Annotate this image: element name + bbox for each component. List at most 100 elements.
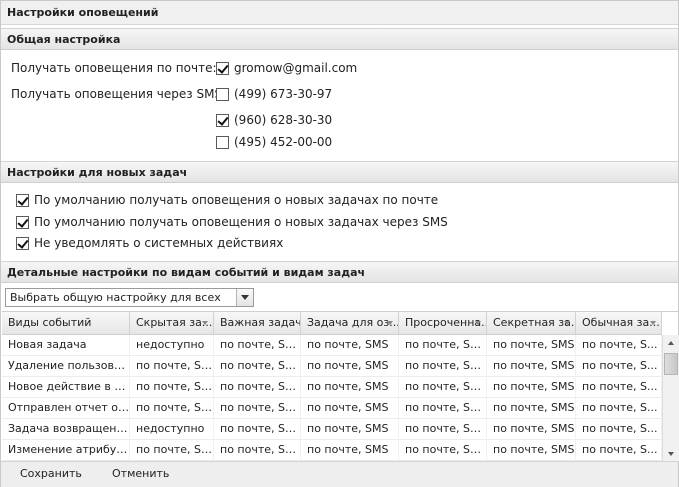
- new-tasks-panel: По умолчанию получать оповещения о новых…: [1, 184, 678, 258]
- table-cell[interactable]: по почте, SMS: [301, 377, 399, 398]
- table-cell[interactable]: по почте, SMS: [487, 377, 576, 398]
- table-cell[interactable]: по почте, S...: [576, 335, 662, 356]
- table-cell[interactable]: недоступно: [130, 335, 214, 356]
- table-cell[interactable]: Новое действие в з...: [2, 377, 130, 398]
- cancel-button[interactable]: Отменить: [112, 467, 169, 483]
- new-task-email-option[interactable]: По умолчанию получать оповещения о новых…: [16, 192, 438, 208]
- table-cell[interactable]: по почте, SMS: [214, 440, 301, 461]
- email-notify-checkbox[interactable]: [216, 61, 229, 75]
- table-cell[interactable]: Новая задача: [2, 335, 130, 356]
- sort-arrow-icon: [202, 321, 208, 325]
- table-cell[interactable]: по почте, SMS: [130, 356, 214, 377]
- grid-vertical-scrollbar[interactable]: [662, 335, 679, 461]
- column-header-important[interactable]: Важная задача: [214, 312, 301, 335]
- table-cell[interactable]: по почте, SMS: [214, 419, 301, 440]
- email-notify-option[interactable]: gromow@gmail.com: [216, 60, 357, 76]
- phone-option-2[interactable]: (960) 628-30-30: [216, 112, 332, 128]
- phone-option-3[interactable]: (495) 452-00-00: [216, 134, 332, 150]
- scroll-down-icon[interactable]: [663, 446, 679, 461]
- email-notify-label: Получать оповещения по почте:: [11, 61, 217, 75]
- no-system-actions-option[interactable]: Не уведомлять о системных действиях: [16, 235, 283, 251]
- table-cell[interactable]: по почте, SMS: [399, 335, 487, 356]
- table-cell[interactable]: по почте, SMS: [399, 398, 487, 419]
- table-cell[interactable]: по почте, S...: [576, 419, 662, 440]
- table-cell[interactable]: по почте, S...: [576, 356, 662, 377]
- sms-notify-label: Получать оповещения через SMS:: [11, 87, 227, 101]
- grid-body: Новая задача недоступно по почте, SMS по…: [2, 335, 662, 461]
- common-setting-value: Выбрать общую настройку для всех: [10, 291, 221, 304]
- sort-arrow-icon: [650, 321, 656, 325]
- table-cell[interactable]: по почте, SMS: [487, 398, 576, 419]
- table-cell[interactable]: по почте, SMS: [487, 440, 576, 461]
- phone-checkbox-2[interactable]: [216, 113, 229, 127]
- detailed-settings-header: Детальные настройки по видам событий и в…: [1, 261, 678, 283]
- table-cell[interactable]: по почте, SMS: [214, 335, 301, 356]
- common-setting-select[interactable]: Выбрать общую настройку для всех: [5, 288, 254, 307]
- phone-number-2: (960) 628-30-30: [234, 113, 333, 127]
- table-cell[interactable]: Изменение атрибут...: [2, 440, 130, 461]
- sort-arrow-icon: [564, 321, 570, 325]
- table-row[interactable]: Новая задача недоступно по почте, SMS по…: [2, 335, 662, 356]
- sort-arrow-icon: [387, 321, 393, 325]
- table-row[interactable]: Задача возвращена ... недоступно по почт…: [2, 419, 662, 440]
- no-system-actions-checkbox[interactable]: [16, 236, 29, 250]
- table-cell[interactable]: по почте, SMS: [487, 356, 576, 377]
- column-header-review[interactable]: Задача для оз...: [301, 312, 399, 335]
- events-grid: Виды событий Скрытая за... Важная задача…: [2, 311, 679, 461]
- new-task-email-label: По умолчанию получать оповещения о новых…: [34, 193, 439, 207]
- table-cell[interactable]: по почте, SMS: [214, 377, 301, 398]
- new-task-sms-option[interactable]: По умолчанию получать оповещения о новых…: [16, 214, 448, 230]
- column-header-overdue[interactable]: Просроченна...: [399, 312, 487, 335]
- table-cell[interactable]: по почте, SMS: [130, 377, 214, 398]
- phone-number-3: (495) 452-00-00: [234, 135, 333, 149]
- table-cell[interactable]: по почте, SMS: [214, 356, 301, 377]
- table-cell[interactable]: по почте, SMS: [399, 419, 487, 440]
- table-row[interactable]: Отправлен отчет о ... по почте, SMS по п…: [2, 398, 662, 419]
- table-cell[interactable]: по почте, SMS: [301, 440, 399, 461]
- chevron-down-icon[interactable]: [236, 289, 253, 306]
- new-tasks-header: Настройки для новых задач: [1, 161, 678, 183]
- grid-header: Виды событий Скрытая за... Важная задача…: [2, 312, 662, 335]
- scroll-up-icon[interactable]: [663, 335, 679, 351]
- table-cell[interactable]: по почте, SMS: [301, 335, 399, 356]
- column-header-events[interactable]: Виды событий: [2, 312, 130, 335]
- new-task-email-checkbox[interactable]: [16, 193, 29, 207]
- table-cell[interactable]: по почте, SMS: [301, 356, 399, 377]
- phone-option-1[interactable]: (499) 673-30-97: [216, 86, 332, 102]
- table-cell[interactable]: Удаление пользоват...: [2, 356, 130, 377]
- new-task-sms-label: По умолчанию получать оповещения о новых…: [34, 215, 448, 229]
- table-cell[interactable]: по почте, S...: [576, 398, 662, 419]
- save-button[interactable]: Сохранить: [20, 467, 82, 483]
- table-row[interactable]: Изменение атрибут... по почте, SMS по по…: [2, 440, 662, 461]
- table-cell[interactable]: Отправлен отчет о ...: [2, 398, 130, 419]
- table-cell[interactable]: по почте, S...: [576, 440, 662, 461]
- table-cell[interactable]: по почте, SMS: [130, 440, 214, 461]
- phone-number-1: (499) 673-30-97: [234, 87, 333, 101]
- table-cell[interactable]: по почте, SMS: [301, 419, 399, 440]
- column-header-hidden[interactable]: Скрытая за...: [130, 312, 214, 335]
- table-row[interactable]: Новое действие в з... по почте, SMS по п…: [2, 377, 662, 398]
- general-settings-header: Общая настройка: [1, 28, 678, 50]
- new-task-sms-checkbox[interactable]: [16, 215, 29, 229]
- email-address: gromow@gmail.com: [234, 61, 358, 75]
- table-cell[interactable]: Задача возвращена ...: [2, 419, 130, 440]
- table-cell[interactable]: по почте, SMS: [399, 377, 487, 398]
- no-system-actions-label: Не уведомлять о системных действиях: [34, 236, 284, 250]
- table-cell[interactable]: по почте, SMS: [487, 335, 576, 356]
- table-cell[interactable]: по почте, SMS: [399, 440, 487, 461]
- notification-settings-window: Настройки оповещений Общая настройка Пол…: [0, 0, 679, 487]
- column-header-secret[interactable]: Секретная за...: [487, 312, 576, 335]
- table-cell[interactable]: по почте, SMS: [214, 398, 301, 419]
- table-cell[interactable]: по почте, SMS: [399, 356, 487, 377]
- table-cell[interactable]: по почте, SMS: [487, 419, 576, 440]
- dialog-footer: Сохранить Отменить: [1, 461, 678, 487]
- table-row[interactable]: Удаление пользоват... по почте, SMS по п…: [2, 356, 662, 377]
- phone-checkbox-1[interactable]: [216, 87, 229, 101]
- column-header-regular[interactable]: Обычная за...: [576, 312, 662, 335]
- phone-checkbox-3[interactable]: [216, 135, 229, 149]
- table-cell[interactable]: по почте, S...: [576, 377, 662, 398]
- table-cell[interactable]: по почте, SMS: [301, 398, 399, 419]
- scroll-thumb[interactable]: [664, 353, 678, 375]
- table-cell[interactable]: по почте, SMS: [130, 398, 214, 419]
- table-cell[interactable]: недоступно: [130, 419, 214, 440]
